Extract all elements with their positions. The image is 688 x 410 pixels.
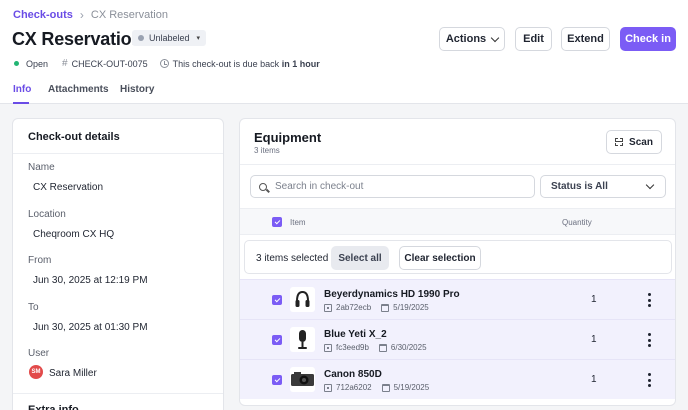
select-all-button[interactable]: Select all — [331, 246, 389, 270]
tab-attachments[interactable]: Attachments — [48, 84, 109, 95]
status-filter-select[interactable]: Status is All — [540, 175, 666, 198]
item-quantity: 1 — [591, 294, 597, 305]
actions-button-label: Actions — [445, 33, 487, 45]
label-dropdown[interactable]: Unlabeled ▾ — [132, 30, 207, 46]
details-heading: Check-out details — [13, 119, 223, 154]
qr-code-icon — [324, 343, 332, 352]
user-label: User — [28, 348, 50, 359]
row-checkbox[interactable] — [272, 375, 282, 385]
name-value: CX Reservation — [33, 182, 104, 193]
search-box — [250, 175, 535, 198]
item-code: 2ab72ecb — [336, 303, 372, 312]
item-name[interactable]: Blue Yeti X_2 — [324, 329, 387, 340]
table-row[interactable]: Canon 850D 712a6202 5/19/2025 1 — [240, 359, 675, 399]
item-code: fc3eed9b — [336, 343, 369, 352]
breadcrumb-current: CX Reservation — [90, 9, 168, 21]
breadcrumb: Check-outs › CX Reservation — [13, 8, 168, 22]
user-value[interactable]: Sara Miller — [49, 368, 97, 379]
more-options-icon[interactable] — [646, 372, 652, 388]
selection-bar: 3 items selected Select all Clear select… — [244, 240, 672, 274]
item-date: 6/30/2025 — [390, 343, 427, 352]
from-value: Jun 30, 2025 at 12:19 PM — [33, 275, 148, 286]
item-code: 712a6202 — [336, 383, 372, 392]
label-dot-icon — [138, 35, 144, 41]
tab-history[interactable]: History — [120, 84, 154, 95]
actions-button[interactable]: Actions — [439, 27, 505, 51]
calendar-icon — [381, 303, 390, 312]
table-row[interactable]: Blue Yeti X_2 fc3eed9b 6/30/2025 1 — [240, 319, 675, 359]
due-text: This check-out is due back — [172, 58, 280, 69]
due-value: in 1 hour — [281, 58, 320, 69]
checkout-details-card: Check-out details Name CX Reservation Lo… — [12, 118, 224, 410]
status-text: Open — [26, 58, 49, 69]
location-value: Cheqroom CX HQ — [33, 229, 115, 240]
extra-info-heading: Extra info — [13, 393, 223, 410]
chevron-down-icon: ▾ — [196, 35, 201, 42]
chevron-down-icon — [645, 180, 655, 190]
selected-count-text: 3 items selected — [256, 253, 329, 264]
item-date: 5/19/2025 — [393, 303, 429, 312]
column-header-item: Item — [290, 218, 306, 227]
tab-bar: Info Attachments History — [0, 80, 688, 104]
item-meta: 712a6202 5/19/2025 — [324, 383, 429, 392]
divider — [240, 164, 675, 165]
checkout-meta: Open # CHECK-OUT-0075 This check-out is … — [14, 58, 320, 69]
search-icon — [259, 182, 267, 191]
row-checkbox[interactable] — [272, 335, 282, 345]
status-dot-icon — [14, 61, 19, 66]
item-name[interactable]: Beyerdynamics HD 1990 Pro — [324, 289, 460, 300]
to-label: To — [28, 302, 39, 313]
equipment-card: Equipment 3 items Scan Status is All Ite… — [239, 118, 676, 406]
breadcrumb-checkouts-link[interactable]: Check-outs — [13, 9, 73, 21]
calendar-icon — [378, 343, 387, 352]
item-date: 5/19/2025 — [393, 383, 430, 392]
edit-button[interactable]: Edit — [515, 27, 552, 51]
page-title: CX Reservation — [12, 29, 143, 49]
headphones-thumbnail — [290, 287, 315, 312]
label-text: Unlabeled — [149, 33, 190, 43]
location-label: Location — [28, 209, 66, 220]
hash-icon: # — [62, 58, 68, 69]
search-input[interactable] — [275, 181, 515, 192]
more-options-icon[interactable] — [646, 332, 652, 348]
qr-code-icon — [324, 383, 332, 392]
scan-button-label: Scan — [629, 136, 653, 148]
name-label: Name — [28, 162, 55, 173]
camera-thumbnail — [290, 367, 315, 392]
qr-code-icon — [324, 303, 332, 312]
tab-info[interactable]: Info — [13, 84, 31, 95]
item-name[interactable]: Canon 850D — [324, 369, 382, 380]
chevron-right-icon: › — [79, 8, 84, 22]
status-filter-label: Status is All — [551, 181, 608, 192]
microphone-thumbnail — [290, 327, 315, 352]
avatar: SM — [29, 365, 43, 379]
calendar-icon — [381, 383, 390, 392]
check-in-button[interactable]: Check in — [620, 27, 676, 51]
extend-button[interactable]: Extend — [561, 27, 610, 51]
checkout-code: CHECK-OUT-0075 — [71, 58, 148, 69]
more-options-icon[interactable] — [646, 292, 652, 308]
to-value: Jun 30, 2025 at 01:30 PM — [33, 322, 148, 333]
select-all-checkbox[interactable] — [272, 217, 282, 227]
table-header: Item Quantity — [240, 208, 675, 235]
item-quantity: 1 — [591, 334, 597, 345]
scan-icon — [615, 138, 624, 146]
clear-selection-button[interactable]: Clear selection — [399, 246, 481, 270]
chevron-down-icon — [490, 33, 500, 42]
table-row[interactable]: Beyerdynamics HD 1990 Pro 2ab72ecb 5/19/… — [240, 279, 675, 319]
from-label: From — [28, 255, 52, 266]
clock-icon — [159, 59, 169, 68]
item-quantity: 1 — [591, 374, 597, 385]
equipment-title: Equipment — [254, 130, 322, 145]
column-header-quantity: Quantity — [562, 218, 592, 227]
row-checkbox[interactable] — [272, 295, 282, 305]
scan-button[interactable]: Scan — [606, 130, 662, 154]
equipment-count: 3 items — [254, 146, 280, 155]
item-meta: fc3eed9b 6/30/2025 — [324, 343, 427, 352]
item-meta: 2ab72ecb 5/19/2025 — [324, 303, 429, 312]
